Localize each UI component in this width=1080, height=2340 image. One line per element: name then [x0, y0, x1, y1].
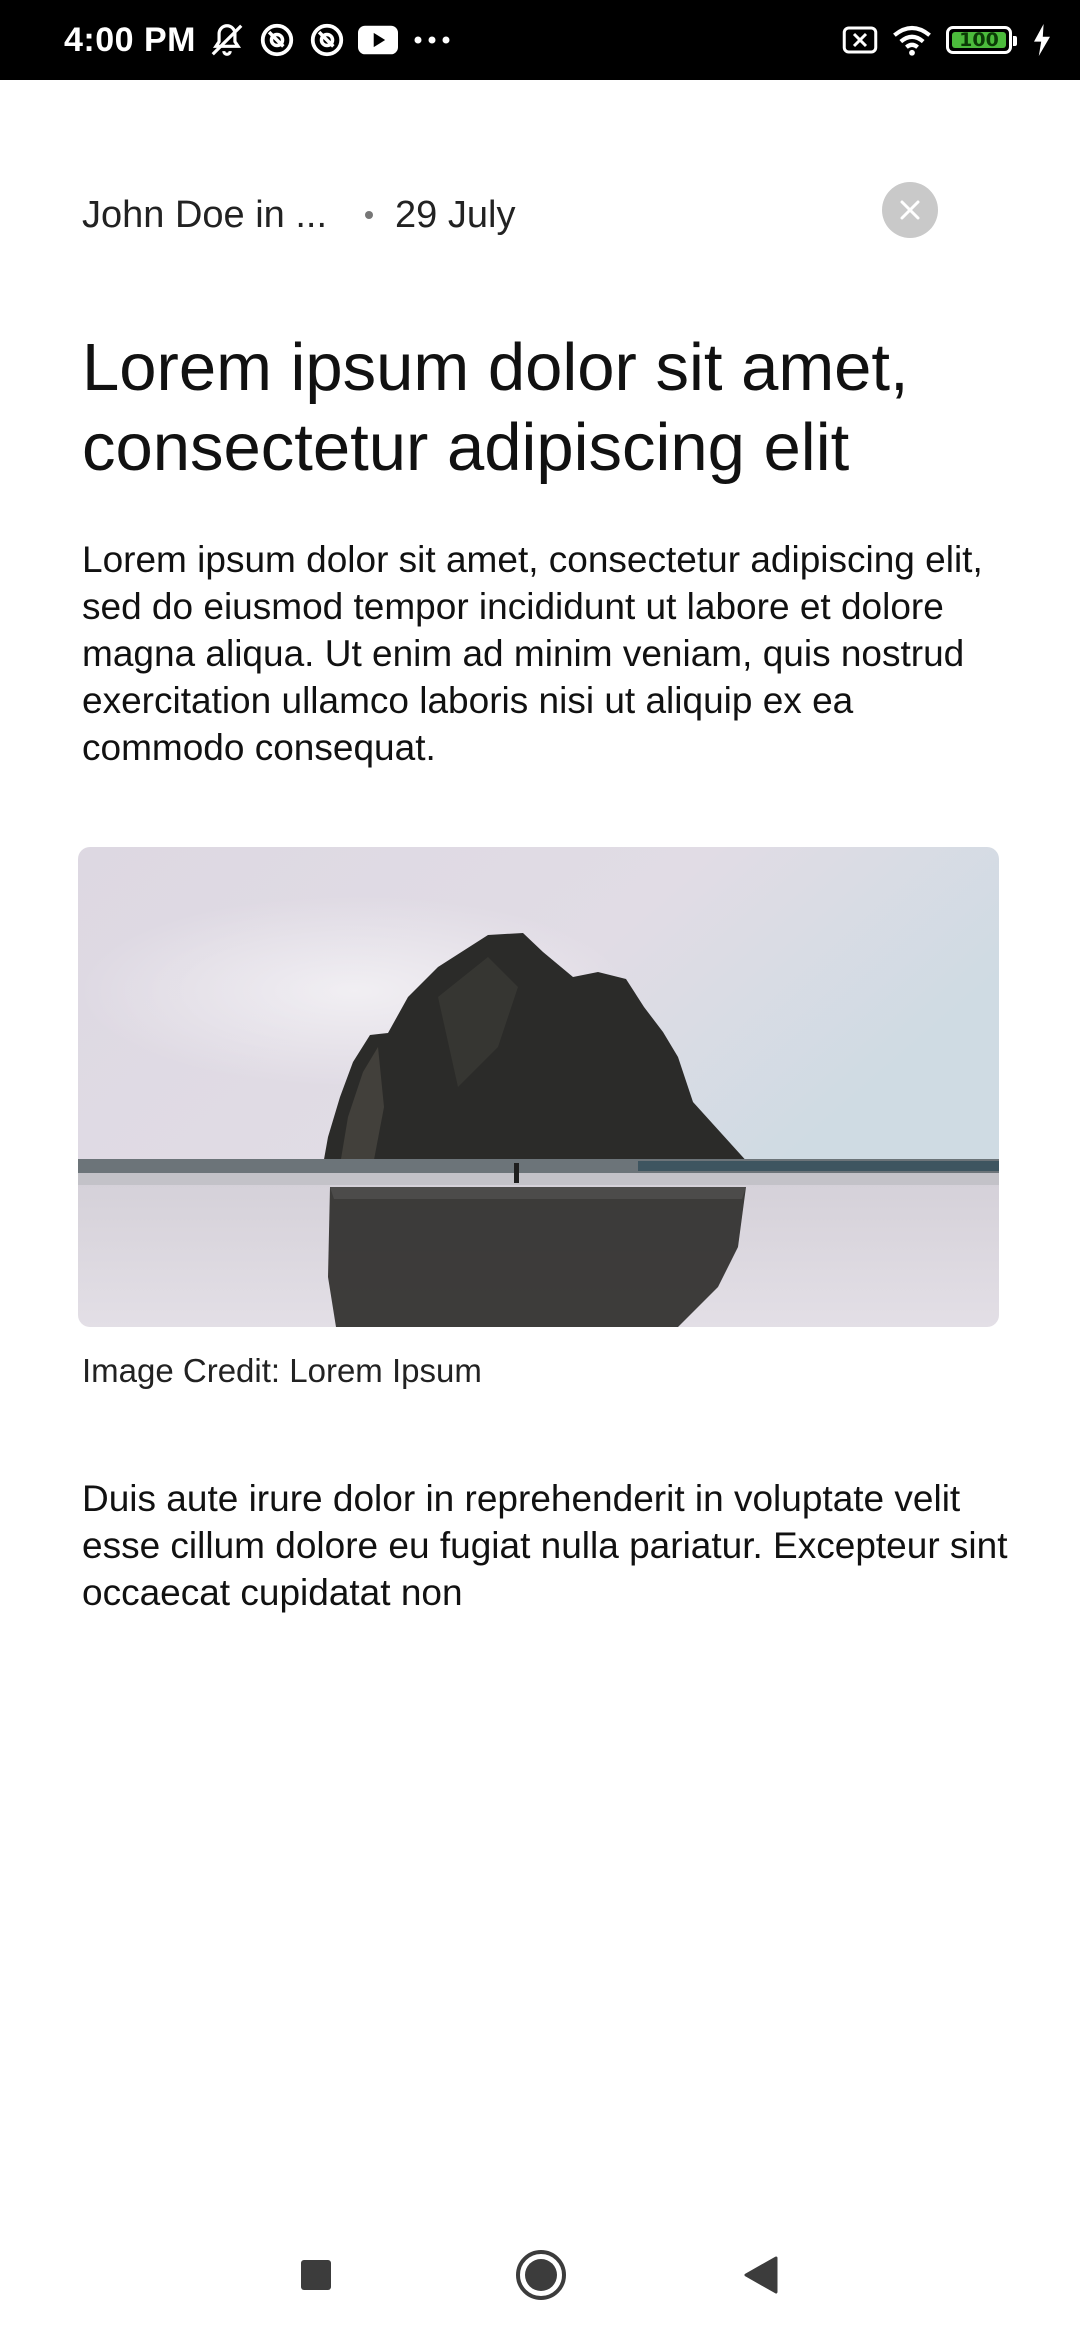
home-button[interactable] — [481, 2210, 601, 2340]
wifi-icon — [892, 24, 932, 56]
status-icons-right: 100 — [842, 0, 1052, 80]
article-body: Duis aute irure dolor in reprehenderit i… — [82, 1478, 1008, 1613]
article-title: Lorem ipsum dolor sit amet, consectetur … — [82, 330, 909, 485]
data-off-icon — [842, 25, 878, 55]
assistant-icon — [308, 21, 346, 59]
navigation-bar — [0, 2210, 1080, 2340]
home-icon — [514, 2248, 568, 2302]
charging-icon — [1032, 24, 1052, 56]
notifications-muted-icon — [208, 21, 246, 59]
status-time: 4:00 PM — [64, 21, 196, 59]
status-bar: 4:00 PM 100 — [0, 0, 1080, 80]
article-author[interactable]: John Doe in ... — [82, 194, 327, 237]
more-dots-icon — [410, 30, 454, 50]
battery-icon: 100 — [946, 26, 1017, 54]
close-icon — [898, 198, 922, 222]
status-icons-left — [208, 0, 454, 80]
image-caption: Image Credit: Lorem Ipsum — [82, 1352, 482, 1389]
article-intro: Lorem ipsum dolor sit amet, consectetur … — [82, 539, 983, 768]
article-date: 29 July — [395, 193, 516, 236]
youtube-icon — [358, 25, 398, 55]
separator-dot — [365, 211, 374, 219]
back-button[interactable] — [701, 2210, 821, 2340]
back-icon — [742, 2255, 780, 2295]
close-button[interactable] — [882, 182, 938, 238]
battery-level: 100 — [959, 29, 999, 51]
recents-icon — [299, 2258, 333, 2292]
article-meta: John Doe in ... 29 July — [82, 180, 515, 250]
article-image — [78, 847, 999, 1327]
recents-button[interactable] — [256, 2210, 376, 2340]
assistant-icon — [258, 21, 296, 59]
